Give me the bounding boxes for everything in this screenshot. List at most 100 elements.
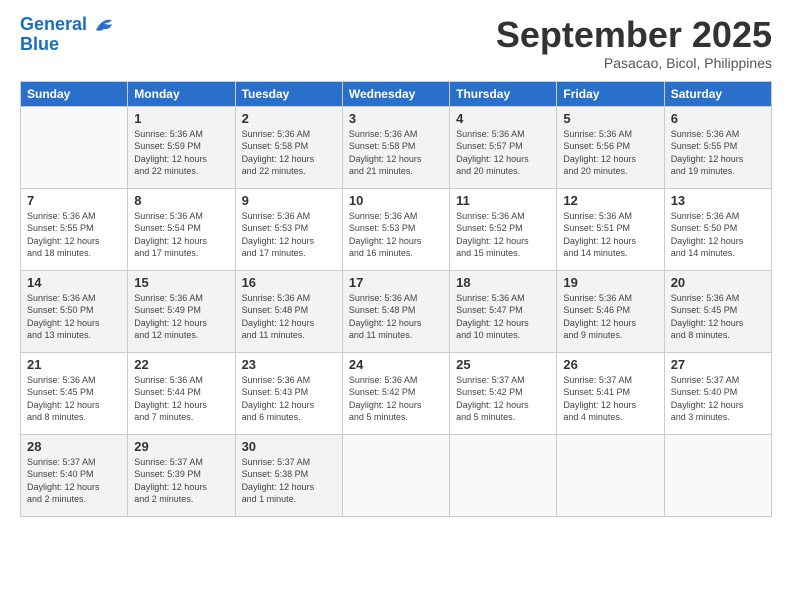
col-wednesday: Wednesday xyxy=(342,81,449,106)
table-row: 28 Sunrise: 5:37 AM Sunset: 5:40 PM Dayli… xyxy=(21,434,128,516)
logo: General Blue xyxy=(20,15,116,55)
table-row: 17Sunrise: 5:36 AM Sunset: 5:48 PM Dayli… xyxy=(342,270,449,352)
day-number: 13 xyxy=(671,193,765,208)
day-info: Sunrise: 5:37 AM Sunset: 5:39 PM Dayligh… xyxy=(134,456,228,506)
page: General Blue September 2025 Pasacao, Bic… xyxy=(0,0,792,612)
table-row: 26Sunrise: 5:37 AM Sunset: 5:41 PM Dayli… xyxy=(557,352,664,434)
location: Pasacao, Bicol, Philippines xyxy=(496,55,772,71)
day-number: 21 xyxy=(27,357,121,372)
table-row: 7 Sunrise: 5:36 AM Sunset: 5:55 PM Daylig… xyxy=(21,188,128,270)
day-info: Sunrise: 5:37 AM Sunset: 5:38 PM Dayligh… xyxy=(242,456,336,506)
table-row xyxy=(342,434,449,516)
day-info: Sunrise: 5:37 AM Sunset: 5:40 PM Dayligh… xyxy=(27,456,121,506)
calendar-week-row: 14 Sunrise: 5:36 AM Sunset: 5:50 PM Dayli… xyxy=(21,270,772,352)
table-row: 27Sunrise: 5:37 AM Sunset: 5:40 PM Dayli… xyxy=(664,352,771,434)
table-row: 1Sunrise: 5:36 AM Sunset: 5:59 PM Daylig… xyxy=(128,106,235,188)
day-info: Sunrise: 5:36 AM Sunset: 5:45 PM Dayligh… xyxy=(27,374,121,424)
day-info: Sunrise: 5:36 AM Sunset: 5:45 PM Dayligh… xyxy=(671,292,765,342)
day-number: 19 xyxy=(563,275,657,290)
day-info: Sunrise: 5:36 AM Sunset: 5:58 PM Dayligh… xyxy=(242,128,336,178)
day-info: Sunrise: 5:36 AM Sunset: 5:43 PM Dayligh… xyxy=(242,374,336,424)
table-row: 29 Sunrise: 5:37 AM Sunset: 5:39 PM Dayli… xyxy=(128,434,235,516)
day-info: Sunrise: 5:37 AM Sunset: 5:40 PM Dayligh… xyxy=(671,374,765,424)
table-row: 3 Sunrise: 5:36 AM Sunset: 5:58 PM Daylig… xyxy=(342,106,449,188)
day-info: Sunrise: 5:36 AM Sunset: 5:48 PM Dayligh… xyxy=(349,292,443,342)
day-number: 16 xyxy=(242,275,336,290)
day-number: 23 xyxy=(242,357,336,372)
table-row: 13 Sunrise: 5:36 AM Sunset: 5:50 PM Dayli… xyxy=(664,188,771,270)
day-number: 28 xyxy=(27,439,121,454)
table-row: 15 Sunrise: 5:36 AM Sunset: 5:49 PM Dayli… xyxy=(128,270,235,352)
table-row: 10Sunrise: 5:36 AM Sunset: 5:53 PM Dayli… xyxy=(342,188,449,270)
table-row: 19 Sunrise: 5:36 AM Sunset: 5:46 PM Dayli… xyxy=(557,270,664,352)
title-section: September 2025 Pasacao, Bicol, Philippin… xyxy=(496,15,772,71)
table-row: 2 Sunrise: 5:36 AM Sunset: 5:58 PM Daylig… xyxy=(235,106,342,188)
table-row: 23 Sunrise: 5:36 AM Sunset: 5:43 PM Dayli… xyxy=(235,352,342,434)
day-number: 25 xyxy=(456,357,550,372)
day-info: Sunrise: 5:36 AM Sunset: 5:46 PM Dayligh… xyxy=(563,292,657,342)
table-row: 24 Sunrise: 5:36 AM Sunset: 5:42 PM Dayli… xyxy=(342,352,449,434)
day-number: 11 xyxy=(456,193,550,208)
day-number: 3 xyxy=(349,111,443,126)
table-row: 9 Sunrise: 5:36 AM Sunset: 5:53 PM Daylig… xyxy=(235,188,342,270)
day-number: 22 xyxy=(134,357,228,372)
col-thursday: Thursday xyxy=(450,81,557,106)
day-info: Sunrise: 5:36 AM Sunset: 5:52 PM Dayligh… xyxy=(456,210,550,260)
day-info: Sunrise: 5:36 AM Sunset: 5:50 PM Dayligh… xyxy=(27,292,121,342)
day-info: Sunrise: 5:36 AM Sunset: 5:44 PM Dayligh… xyxy=(134,374,228,424)
calendar-week-row: 21 Sunrise: 5:36 AM Sunset: 5:45 PM Dayli… xyxy=(21,352,772,434)
day-number: 6 xyxy=(671,111,765,126)
day-number: 12 xyxy=(563,193,657,208)
day-info: Sunrise: 5:37 AM Sunset: 5:41 PM Dayligh… xyxy=(563,374,657,424)
calendar-week-row: 1Sunrise: 5:36 AM Sunset: 5:59 PM Daylig… xyxy=(21,106,772,188)
day-number: 7 xyxy=(27,193,121,208)
table-row: 18 Sunrise: 5:36 AM Sunset: 5:47 PM Dayli… xyxy=(450,270,557,352)
col-friday: Friday xyxy=(557,81,664,106)
calendar-week-row: 7 Sunrise: 5:36 AM Sunset: 5:55 PM Daylig… xyxy=(21,188,772,270)
day-info: Sunrise: 5:36 AM Sunset: 5:50 PM Dayligh… xyxy=(671,210,765,260)
logo-bird-icon xyxy=(94,16,116,34)
table-row: 21 Sunrise: 5:36 AM Sunset: 5:45 PM Dayli… xyxy=(21,352,128,434)
table-row xyxy=(664,434,771,516)
day-number: 1 xyxy=(134,111,228,126)
day-number: 5 xyxy=(563,111,657,126)
day-info: Sunrise: 5:36 AM Sunset: 5:53 PM Dayligh… xyxy=(242,210,336,260)
calendar-week-row: 28 Sunrise: 5:37 AM Sunset: 5:40 PM Dayli… xyxy=(21,434,772,516)
day-info: Sunrise: 5:36 AM Sunset: 5:54 PM Dayligh… xyxy=(134,210,228,260)
table-row: 30 Sunrise: 5:37 AM Sunset: 5:38 PM Dayli… xyxy=(235,434,342,516)
day-number: 4 xyxy=(456,111,550,126)
day-info: Sunrise: 5:36 AM Sunset: 5:51 PM Dayligh… xyxy=(563,210,657,260)
col-sunday: Sunday xyxy=(21,81,128,106)
day-info: Sunrise: 5:36 AM Sunset: 5:55 PM Dayligh… xyxy=(671,128,765,178)
day-info: Sunrise: 5:36 AM Sunset: 5:56 PM Dayligh… xyxy=(563,128,657,178)
day-number: 24 xyxy=(349,357,443,372)
table-row: 20Sunrise: 5:36 AM Sunset: 5:45 PM Dayli… xyxy=(664,270,771,352)
col-tuesday: Tuesday xyxy=(235,81,342,106)
table-row xyxy=(450,434,557,516)
day-number: 14 xyxy=(27,275,121,290)
logo-subtext: Blue xyxy=(20,35,116,55)
table-row xyxy=(21,106,128,188)
day-number: 30 xyxy=(242,439,336,454)
day-number: 18 xyxy=(456,275,550,290)
day-number: 10 xyxy=(349,193,443,208)
day-info: Sunrise: 5:36 AM Sunset: 5:42 PM Dayligh… xyxy=(349,374,443,424)
col-monday: Monday xyxy=(128,81,235,106)
table-row: 5 Sunrise: 5:36 AM Sunset: 5:56 PM Daylig… xyxy=(557,106,664,188)
calendar-table: Sunday Monday Tuesday Wednesday Thursday… xyxy=(20,81,772,517)
day-info: Sunrise: 5:36 AM Sunset: 5:58 PM Dayligh… xyxy=(349,128,443,178)
day-number: 15 xyxy=(134,275,228,290)
day-number: 29 xyxy=(134,439,228,454)
table-row: 22 Sunrise: 5:36 AM Sunset: 5:44 PM Dayli… xyxy=(128,352,235,434)
day-info: Sunrise: 5:36 AM Sunset: 5:55 PM Dayligh… xyxy=(27,210,121,260)
day-info: Sunrise: 5:36 AM Sunset: 5:49 PM Dayligh… xyxy=(134,292,228,342)
day-number: 9 xyxy=(242,193,336,208)
table-row: 25Sunrise: 5:37 AM Sunset: 5:42 PM Dayli… xyxy=(450,352,557,434)
table-row: 8 Sunrise: 5:36 AM Sunset: 5:54 PM Daylig… xyxy=(128,188,235,270)
day-info: Sunrise: 5:36 AM Sunset: 5:47 PM Dayligh… xyxy=(456,292,550,342)
table-row: 14 Sunrise: 5:36 AM Sunset: 5:50 PM Dayli… xyxy=(21,270,128,352)
day-number: 8 xyxy=(134,193,228,208)
day-number: 2 xyxy=(242,111,336,126)
logo-text: General xyxy=(20,15,116,35)
day-info: Sunrise: 5:36 AM Sunset: 5:48 PM Dayligh… xyxy=(242,292,336,342)
